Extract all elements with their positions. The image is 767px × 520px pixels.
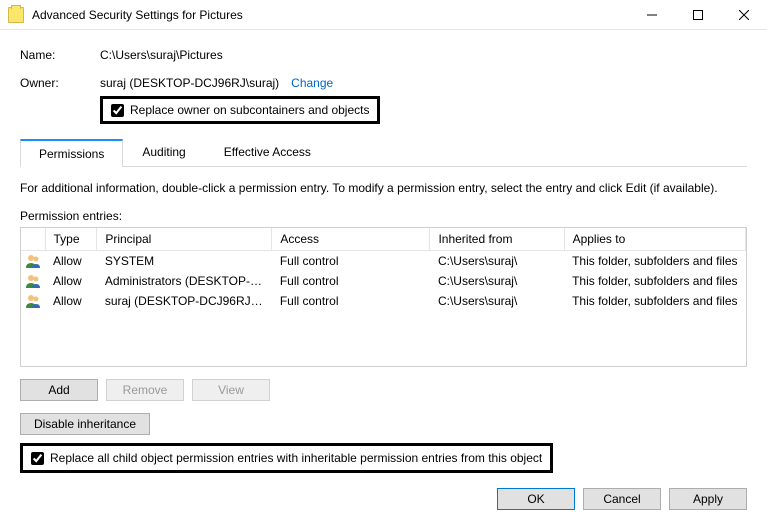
user-group-icon: [21, 291, 45, 311]
window-title: Advanced Security Settings for Pictures: [32, 8, 243, 22]
disable-inheritance-button[interactable]: Disable inheritance: [20, 413, 150, 435]
table-row[interactable]: Allowsuraj (DESKTOP-DCJ96RJ\suraj)Full c…: [21, 291, 746, 311]
tab-permissions[interactable]: Permissions: [20, 139, 123, 167]
info-text: For additional information, double-click…: [20, 181, 747, 195]
cell-access: Full control: [272, 271, 430, 291]
owner-row: Owner: suraj (DESKTOP-DCJ96RJ\suraj) Cha…: [20, 76, 747, 90]
name-row: Name: C:\Users\suraj\Pictures: [20, 48, 747, 62]
cell-principal: suraj (DESKTOP-DCJ96RJ\suraj): [97, 291, 272, 311]
close-button[interactable]: [721, 0, 767, 30]
cell-principal: Administrators (DESKTOP-DC...: [97, 271, 272, 291]
cell-applies: This folder, subfolders and files: [564, 271, 745, 291]
permission-table[interactable]: Type Principal Access Inherited from App…: [20, 227, 747, 367]
ok-button[interactable]: OK: [497, 488, 575, 510]
cell-access: Full control: [272, 251, 430, 272]
cell-access: Full control: [272, 291, 430, 311]
replace-owner-label: Replace owner on subcontainers and objec…: [130, 103, 369, 117]
table-row[interactable]: AllowAdministrators (DESKTOP-DC...Full c…: [21, 271, 746, 291]
cell-applies: This folder, subfolders and files: [564, 291, 745, 311]
replace-owner-checkbox[interactable]: [111, 104, 124, 117]
replace-child-label: Replace all child object permission entr…: [50, 451, 542, 465]
replace-child-box[interactable]: Replace all child object permission entr…: [20, 443, 553, 473]
th-inherited[interactable]: Inherited from: [430, 228, 564, 251]
name-value: C:\Users\suraj\Pictures: [100, 48, 223, 62]
th-type[interactable]: Type: [45, 228, 97, 251]
cell-type: Allow: [45, 291, 97, 311]
cell-inherited: C:\Users\suraj\: [430, 251, 564, 272]
cell-inherited: C:\Users\suraj\: [430, 291, 564, 311]
cell-type: Allow: [45, 251, 97, 272]
footer-buttons: OK Cancel Apply: [497, 488, 747, 510]
minimize-icon: [647, 10, 657, 20]
titlebar: Advanced Security Settings for Pictures: [0, 0, 767, 30]
tab-effective-access[interactable]: Effective Access: [205, 138, 330, 166]
cell-inherited: C:\Users\suraj\: [430, 271, 564, 291]
owner-value: suraj (DESKTOP-DCJ96RJ\suraj): [100, 76, 279, 90]
change-owner-link[interactable]: Change: [291, 76, 333, 90]
th-access[interactable]: Access: [272, 228, 430, 251]
maximize-icon: [693, 10, 703, 20]
replace-child-checkbox[interactable]: [31, 452, 44, 465]
table-row[interactable]: AllowSYSTEMFull controlC:\Users\suraj\Th…: [21, 251, 746, 272]
th-applies[interactable]: Applies to: [564, 228, 745, 251]
table-header-row: Type Principal Access Inherited from App…: [21, 228, 746, 251]
tab-auditing[interactable]: Auditing: [123, 138, 204, 166]
minimize-button[interactable]: [629, 0, 675, 30]
remove-button[interactable]: Remove: [106, 379, 184, 401]
replace-owner-box[interactable]: Replace owner on subcontainers and objec…: [100, 96, 380, 124]
name-label: Name:: [20, 48, 100, 62]
user-group-icon: [21, 251, 45, 272]
user-group-icon: [21, 271, 45, 291]
close-icon: [739, 10, 749, 20]
cell-type: Allow: [45, 271, 97, 291]
maximize-button[interactable]: [675, 0, 721, 30]
owner-label: Owner:: [20, 76, 100, 90]
folder-icon: [8, 7, 24, 23]
cell-applies: This folder, subfolders and files: [564, 251, 745, 272]
th-principal[interactable]: Principal: [97, 228, 272, 251]
view-button[interactable]: View: [192, 379, 270, 401]
add-button[interactable]: Add: [20, 379, 98, 401]
apply-button[interactable]: Apply: [669, 488, 747, 510]
tabs: Permissions Auditing Effective Access: [20, 138, 747, 167]
entries-label: Permission entries:: [20, 209, 747, 223]
cell-principal: SYSTEM: [97, 251, 272, 272]
cancel-button[interactable]: Cancel: [583, 488, 661, 510]
